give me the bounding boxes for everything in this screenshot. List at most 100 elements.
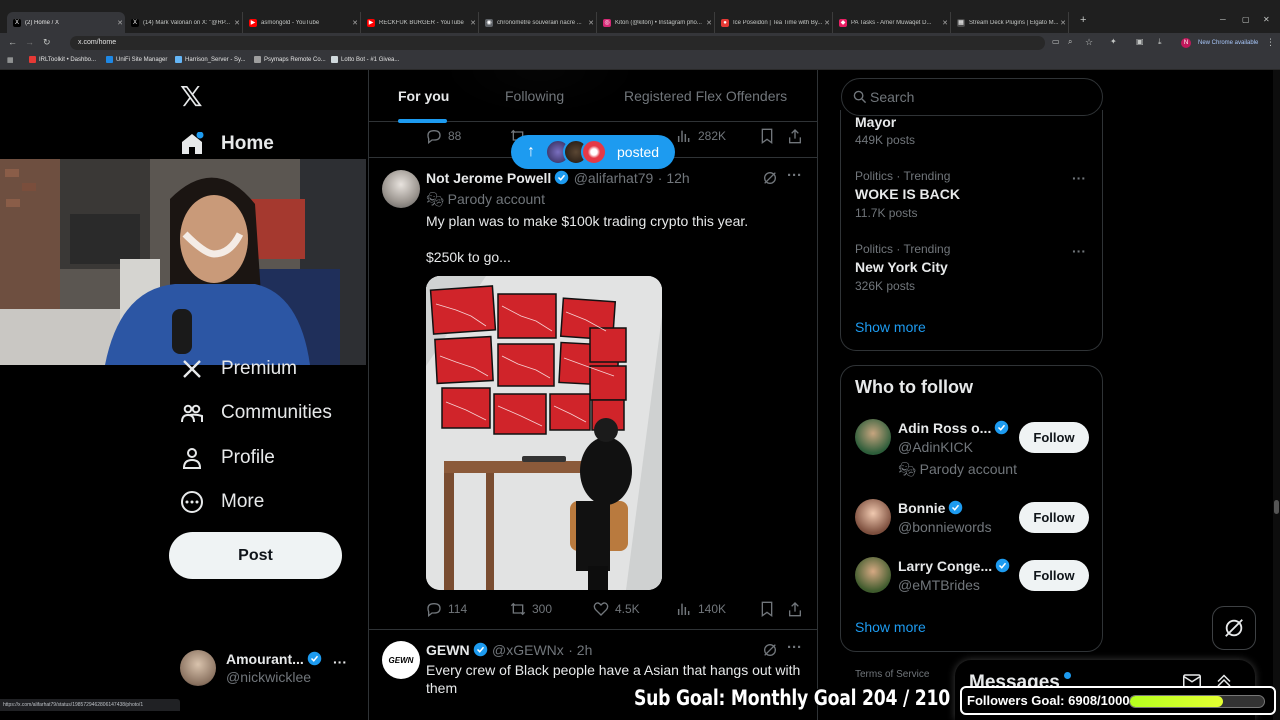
sidebar-item-premium[interactable]: Premium: [180, 357, 297, 381]
tweet-author-handle[interactable]: @xGEWNx: [492, 642, 564, 658]
follow-button[interactable]: Follow: [1019, 502, 1089, 533]
avatar[interactable]: GEWN: [382, 641, 420, 679]
repost-button[interactable]: 300: [510, 601, 552, 617]
close-window-icon[interactable]: ✕: [1263, 15, 1270, 24]
browser-tab[interactable]: ▶ asmongold - YouTube ✕: [243, 12, 361, 33]
bookmark-button[interactable]: [760, 601, 780, 617]
ellipsis-icon[interactable]: ···: [1072, 243, 1086, 259]
ellipsis-icon[interactable]: ···: [333, 654, 347, 670]
footer-terms-link[interactable]: Terms of Service: [855, 669, 929, 680]
post-button[interactable]: Post: [169, 532, 342, 579]
show-more-trends-link[interactable]: Show more: [855, 319, 926, 335]
new-tab-button[interactable]: +: [1080, 14, 1086, 26]
chrome-menu-icon[interactable]: ⋮: [1266, 37, 1275, 48]
views-button[interactable]: 282K: [676, 128, 726, 144]
zoom-icon[interactable]: ⌕: [1068, 37, 1072, 47]
browser-tab[interactable]: ◆ PA Tasks - Amer Muwaqet D... ✕: [833, 12, 951, 33]
trend-title[interactable]: New York City: [855, 259, 948, 275]
close-tab-icon[interactable]: ✕: [115, 19, 125, 27]
maximize-icon[interactable]: ▢: [1242, 15, 1250, 24]
search-input[interactable]: Search: [841, 78, 1103, 116]
browser-tab[interactable]: ● Ice Poseidon | Tea Time with By... ✕: [715, 12, 833, 33]
back-icon[interactable]: ←: [8, 37, 17, 47]
sidepanel-icon[interactable]: ▣: [1136, 37, 1144, 46]
account-switcher[interactable]: Amourant... @nickwicklee ···: [178, 648, 358, 688]
reload-icon[interactable]: ↻: [43, 37, 51, 48]
browser-tab[interactable]: ▦ Stream Deck Plugins | Elgato M... ✕: [951, 12, 1069, 33]
profile-avatar[interactable]: N: [1181, 38, 1191, 48]
bookmark-item[interactable]: Lotto Bot - #1 Givea...: [331, 56, 399, 63]
views-button[interactable]: 140K: [676, 601, 726, 617]
followers-goal-progress: [1129, 695, 1265, 708]
follow-button[interactable]: Follow: [1019, 422, 1089, 453]
forward-icon[interactable]: →: [25, 37, 34, 47]
tweet-author-name[interactable]: GEWN: [426, 642, 470, 658]
close-tab-icon[interactable]: ✕: [232, 19, 242, 27]
sidebar-item-home[interactable]: Home: [180, 132, 274, 156]
trend-title[interactable]: Mayor: [855, 114, 896, 130]
bookmark-item[interactable]: IRLToolkit • Dashbo...: [29, 56, 96, 63]
grok-icon[interactable]: [762, 170, 778, 191]
close-tab-icon[interactable]: ✕: [468, 19, 478, 27]
sidebar-item-more[interactable]: More: [180, 490, 264, 514]
cast-icon[interactable]: ▭: [1052, 37, 1060, 46]
close-tab-icon[interactable]: ✕: [704, 19, 714, 27]
address-bar[interactable]: x.com/home: [70, 36, 1045, 50]
tweet-media-image[interactable]: [426, 276, 662, 590]
follow-button[interactable]: Follow: [1019, 560, 1089, 591]
ellipsis-icon[interactable]: ···: [787, 639, 802, 656]
scrollbar-thumb[interactable]: [1274, 500, 1279, 514]
sidebar-item-profile[interactable]: Profile: [180, 446, 275, 470]
reply-button[interactable]: 114: [426, 601, 467, 617]
apps-grid-icon[interactable]: ▦: [7, 56, 14, 64]
browser-tab[interactable]: ▶ RECKFUK BURGER - YouTube ✕: [361, 12, 479, 33]
avatar[interactable]: [855, 557, 891, 593]
trend-title[interactable]: WOKE IS BACK: [855, 186, 960, 202]
avatar[interactable]: [855, 419, 891, 455]
browser-tab[interactable]: ◉ chronomètre souverain nacre ... ✕: [479, 12, 597, 33]
bookmark-item[interactable]: Psymaps Remote Co...: [254, 56, 326, 63]
bookmark-label: Psymaps Remote Co...: [264, 56, 326, 63]
show-more-follow-link[interactable]: Show more: [855, 619, 926, 635]
new-chrome-available[interactable]: New Chrome available: [1198, 36, 1258, 50]
bookmark-button[interactable]: [760, 128, 780, 144]
close-tab-icon[interactable]: ✕: [822, 19, 832, 27]
tab-following[interactable]: Following: [505, 88, 564, 104]
page-scrollbar[interactable]: [1273, 70, 1280, 720]
extensions-icon[interactable]: ✦: [1110, 37, 1117, 46]
bookmark-star-icon[interactable]: ☆: [1085, 37, 1093, 48]
tab-for-you[interactable]: For you: [398, 88, 449, 104]
browser-tab[interactable]: X (14) Mark Valorian on X: "@RP... ✕: [125, 12, 243, 33]
ellipsis-icon[interactable]: ···: [1072, 170, 1086, 186]
tweet-time[interactable]: · 12h: [658, 170, 690, 186]
sidebar-item-communities[interactable]: Communities: [180, 401, 332, 425]
grok-icon[interactable]: [762, 642, 778, 663]
share-button[interactable]: [788, 601, 808, 617]
close-tab-icon[interactable]: ✕: [1058, 19, 1068, 27]
close-tab-icon[interactable]: ✕: [350, 19, 360, 27]
ellipsis-icon[interactable]: ···: [787, 167, 802, 184]
share-button[interactable]: [788, 128, 808, 144]
tweet-time[interactable]: · 2h: [568, 642, 592, 658]
grok-button[interactable]: [1212, 606, 1256, 650]
bookmark-item[interactable]: Harrison_Server - Sy...: [175, 56, 246, 63]
tweet-author-handle[interactable]: @alifarhat79: [574, 170, 654, 186]
suggestion-name-row[interactable]: Adin Ross o...: [898, 420, 1009, 436]
suggestion-name-row[interactable]: Bonnie: [898, 500, 963, 516]
browser-tab[interactable]: ◎ Kiton (@kiton) • Instagram pho... ✕: [597, 12, 715, 33]
new-posts-pill[interactable]: ↑ posted: [511, 135, 675, 169]
suggestion-name-row[interactable]: Larry Conge...: [898, 558, 1010, 574]
close-tab-icon[interactable]: ✕: [940, 19, 950, 27]
tab-registered-flex-offenders[interactable]: Registered Flex Offenders: [624, 88, 787, 104]
close-tab-icon[interactable]: ✕: [586, 19, 596, 27]
download-icon[interactable]: ⤓: [1158, 37, 1162, 47]
x-logo-icon[interactable]: 𝕏: [180, 83, 203, 111]
avatar[interactable]: [855, 499, 891, 535]
reply-button[interactable]: 88: [426, 128, 461, 144]
bookmark-item[interactable]: UniFi Site Manager: [106, 56, 167, 63]
like-button[interactable]: 4.5K: [593, 601, 640, 617]
tweet-author-name[interactable]: Not Jerome Powell: [426, 170, 551, 186]
browser-tab[interactable]: X (2) Home / X ✕: [7, 12, 125, 33]
minimize-icon[interactable]: ─: [1220, 15, 1226, 24]
avatar[interactable]: [382, 170, 420, 208]
